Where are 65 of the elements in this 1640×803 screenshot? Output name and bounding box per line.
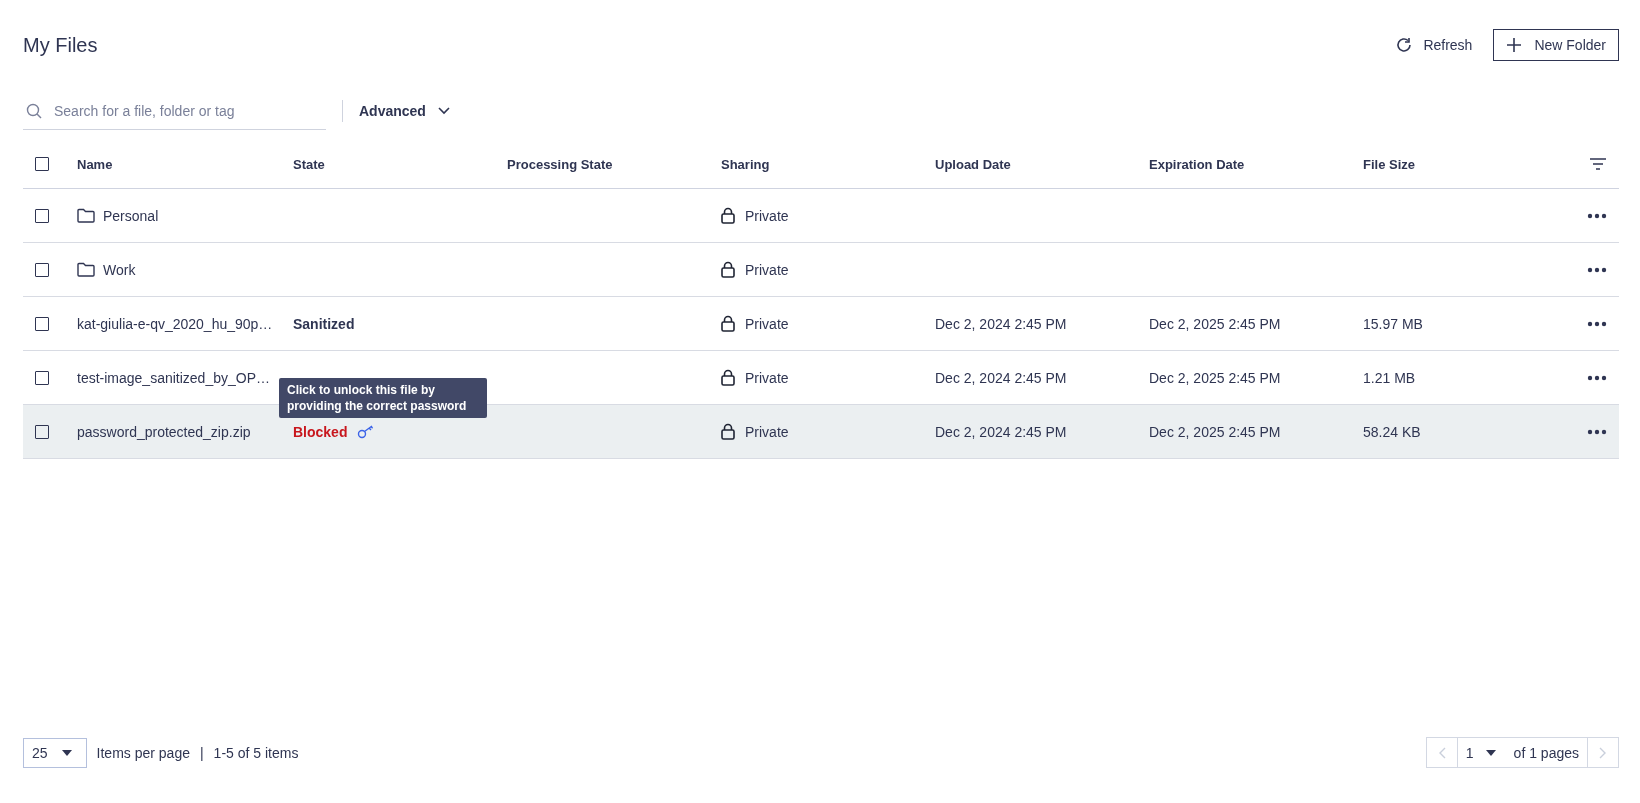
refresh-icon xyxy=(1395,36,1414,54)
lock-icon xyxy=(721,423,735,440)
folder-name[interactable]: Personal xyxy=(103,207,159,224)
search-icon xyxy=(26,102,42,119)
chevron-right-icon xyxy=(1599,746,1607,759)
page-size-dropdown[interactable]: 25 xyxy=(23,737,87,768)
expiration-date: Dec 2, 2025 2:45 PM xyxy=(1149,423,1281,440)
folder-name[interactable]: Work xyxy=(103,261,136,278)
file-size: 58.24 KB xyxy=(1363,423,1421,440)
table-row[interactable]: Personal Private xyxy=(23,189,1619,243)
refresh-button[interactable]: Refresh xyxy=(1395,36,1473,54)
upload-date: Dec 2, 2024 2:45 PM xyxy=(935,315,1067,332)
plus-icon xyxy=(1506,37,1523,53)
expiration-date: Dec 2, 2025 2:45 PM xyxy=(1149,315,1281,332)
checkbox[interactable] xyxy=(35,370,49,385)
checkbox[interactable] xyxy=(35,316,49,331)
advanced-dropdown[interactable]: Advanced xyxy=(359,103,450,119)
lock-icon xyxy=(721,369,735,386)
checkbox[interactable] xyxy=(35,208,49,223)
file-size: 15.97 MB xyxy=(1363,315,1423,332)
chevron-left-icon xyxy=(1437,746,1446,759)
file-state: Blocked xyxy=(293,423,348,440)
more-options-icon[interactable] xyxy=(1587,320,1607,327)
folder-icon xyxy=(77,262,95,277)
page-dropdown[interactable]: 1 xyxy=(1465,744,1496,761)
caret-icon xyxy=(61,749,72,756)
column-header[interactable]: Upload Date xyxy=(935,156,1011,172)
sharing-status: Private xyxy=(745,423,789,440)
lock-icon xyxy=(721,261,735,278)
separator-text: | xyxy=(199,744,204,761)
more-options-icon[interactable] xyxy=(1587,266,1607,273)
sharing-status: Private xyxy=(745,261,789,278)
table-row[interactable]: kat-giulia-e-qv_2020_hu_90p… Sanitized Private Dec 2, 2024 2:45 PM Dec 2, 2025 2:45 PM 15.97 MB xyxy=(23,297,1619,351)
column-header[interactable]: File Size xyxy=(1363,156,1416,172)
more-options-icon[interactable] xyxy=(1587,428,1607,435)
checkbox[interactable] xyxy=(35,262,49,277)
table-row[interactable]: Work Private xyxy=(23,243,1619,297)
folder-icon xyxy=(77,208,95,223)
lock-icon xyxy=(721,315,735,332)
items-per-page-label: Items per page xyxy=(96,744,190,761)
more-options-icon[interactable] xyxy=(1587,212,1607,219)
page-title: My Files xyxy=(23,33,98,57)
column-header[interactable]: Sharing xyxy=(721,156,770,172)
lock-icon xyxy=(721,207,735,224)
more-options-icon[interactable] xyxy=(1587,374,1607,381)
sharing-status: Private xyxy=(745,315,789,332)
upload-date: Dec 2, 2024 2:45 PM xyxy=(935,423,1067,440)
key-icon[interactable] xyxy=(357,424,376,439)
tooltip: Click to unlock this file by providing the correct password xyxy=(279,377,487,418)
column-header[interactable]: Name xyxy=(77,156,113,172)
column-header[interactable]: State xyxy=(293,156,325,172)
checkbox[interactable] xyxy=(35,424,49,439)
column-header[interactable]: Processing State xyxy=(507,156,613,172)
sharing-status: Private xyxy=(745,207,789,224)
item-range: 1-5 of 5 items xyxy=(213,744,299,761)
chevron-down-icon xyxy=(437,107,450,115)
page-count: of 1 pages xyxy=(1513,744,1579,761)
file-state: Sanitized xyxy=(293,315,355,332)
caret-icon xyxy=(1485,749,1496,756)
file-name[interactable]: kat-giulia-e-qv_2020_hu_90p… xyxy=(77,315,273,332)
column-header[interactable]: Expiration Date xyxy=(1149,156,1245,172)
file-name[interactable]: password_protected_zip.zip xyxy=(77,423,251,440)
filter-icon[interactable] xyxy=(1589,158,1607,170)
new-folder-button[interactable]: New Folder xyxy=(1493,29,1619,61)
checkbox[interactable] xyxy=(35,157,49,171)
